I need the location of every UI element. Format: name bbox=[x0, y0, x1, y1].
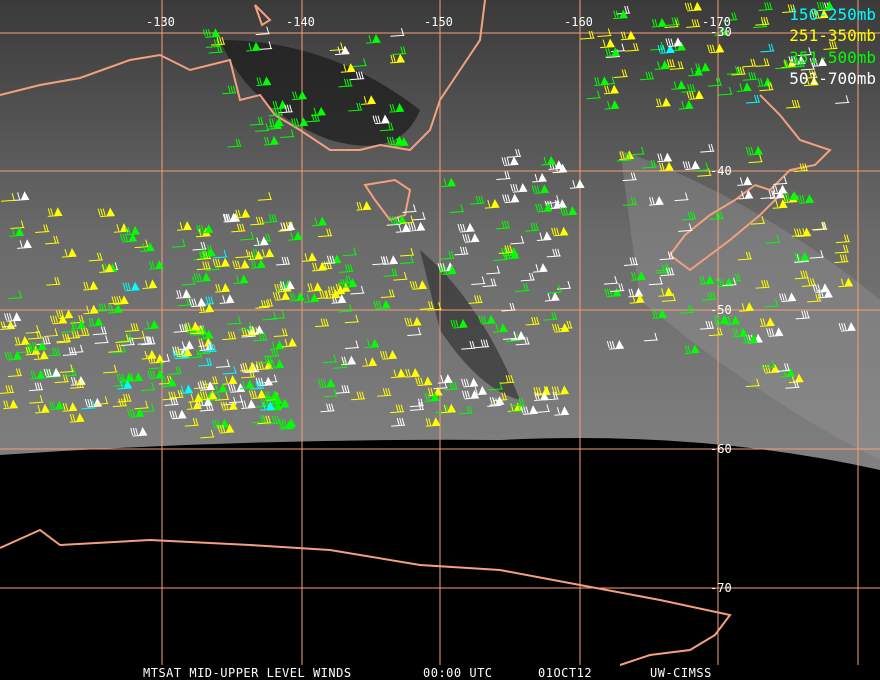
valid-date: 01OCT12 bbox=[538, 666, 593, 680]
legend-351-500mb: 351-500mb bbox=[789, 48, 876, 67]
legend-251-350mb: 251-350mb bbox=[789, 26, 876, 45]
lon-label: -140 bbox=[286, 15, 315, 29]
legend-501-700mb: 501-700mb bbox=[789, 69, 876, 88]
valid-time: 00:00 UTC bbox=[423, 666, 493, 680]
lat-label: -40 bbox=[710, 164, 732, 178]
lon-label: -150 bbox=[424, 15, 453, 29]
source-label: UW-CIMSS bbox=[650, 666, 712, 680]
lon-label: -160 bbox=[564, 15, 593, 29]
lat-label: -50 bbox=[710, 303, 732, 317]
antarctica-coast bbox=[0, 528, 732, 666]
satellite-wind-map: -130 -140 -150 -160 -170 -30 -40 -50 -60… bbox=[0, 0, 880, 680]
legend-150-250mb: 150-250mb bbox=[789, 5, 876, 24]
lon-label: -130 bbox=[146, 15, 175, 29]
product-title: MTSAT MID-UPPER LEVEL WINDS bbox=[143, 666, 352, 680]
lat-label: -30 bbox=[710, 25, 732, 39]
caption-bar: MTSAT MID-UPPER LEVEL WINDS 00:00 UTC 01… bbox=[0, 666, 880, 680]
lat-label: -60 bbox=[710, 442, 732, 456]
satellite-image bbox=[0, 0, 880, 666]
lat-label: -70 bbox=[710, 581, 732, 595]
